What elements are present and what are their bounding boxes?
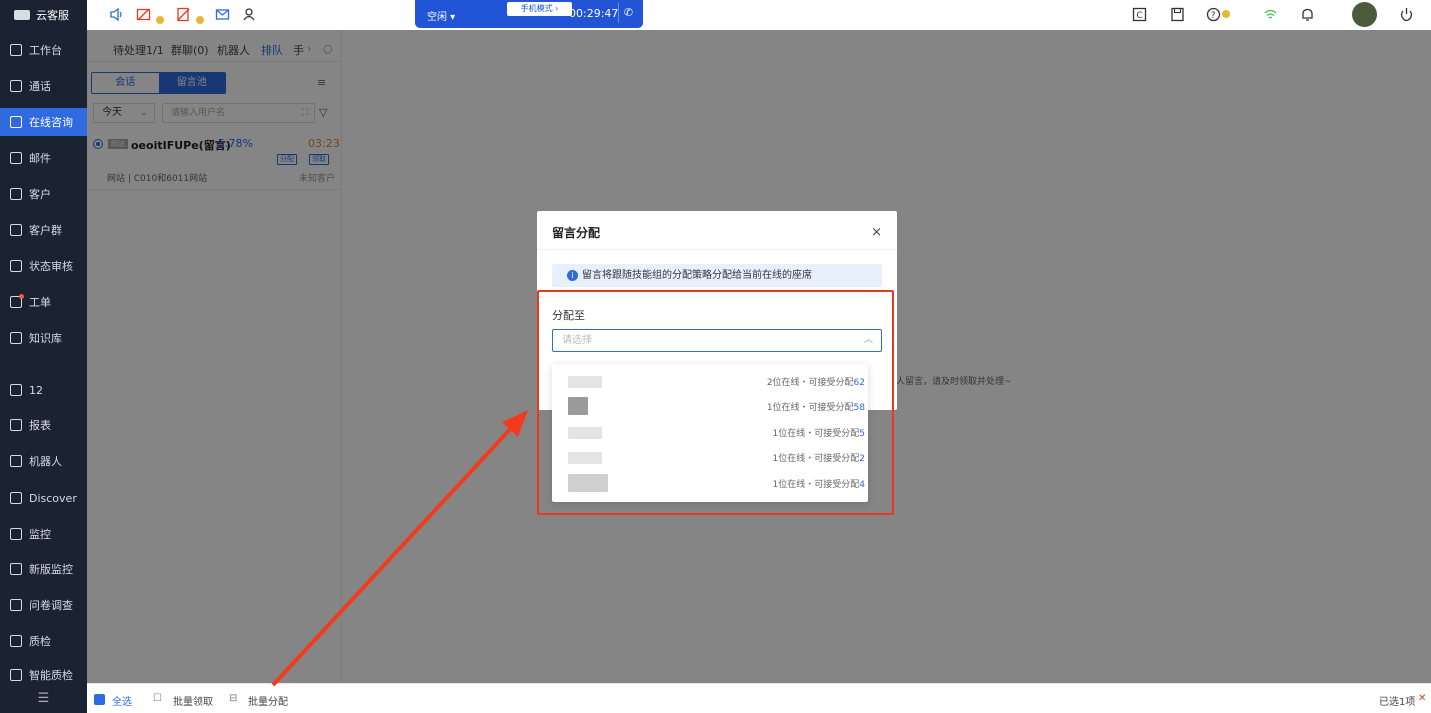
bottom-action-bar: 全选 ☐ 批量领取 ⊟ 批量分配 已选1项 ✕	[87, 683, 1431, 713]
mail-icon	[10, 152, 22, 164]
sidebar-item-reports[interactable]: 报表	[0, 411, 87, 439]
wifi-icon	[1264, 9, 1277, 19]
select-all-checkbox[interactable]	[94, 694, 105, 705]
coin-icon	[156, 16, 164, 24]
mail-icon[interactable]	[215, 7, 230, 22]
svg-text:C: C	[1137, 11, 1143, 21]
sidebar-item-quality[interactable]: 质检	[0, 627, 87, 655]
survey-icon	[10, 599, 22, 611]
sidebar-item-monitor[interactable]: 监控	[0, 520, 87, 548]
agent-status-dropdown[interactable]: 空闲 ▾	[427, 8, 455, 23]
robot-icon	[10, 455, 22, 467]
bar-chart-icon	[10, 419, 22, 431]
clear-selection-icon[interactable]: ✕	[1418, 693, 1426, 704]
sidebar-item-tickets[interactable]: 工单	[0, 288, 87, 316]
coin-icon	[196, 16, 204, 24]
assign-icon: ⊟	[229, 693, 238, 704]
monitor-icon	[10, 44, 22, 56]
user-status-icon[interactable]	[242, 7, 257, 22]
sidebar-item-new-monitor[interactable]: 新版监控	[0, 555, 87, 583]
close-icon[interactable]: ×	[871, 225, 882, 240]
sidebar-item-robot[interactable]: 机器人	[0, 447, 87, 475]
info-icon: i	[567, 270, 578, 281]
batch-claim-button[interactable]: 批量领取	[173, 693, 213, 708]
bell-icon[interactable]	[1300, 7, 1315, 22]
book-icon	[10, 332, 22, 344]
phone-mode-button[interactable]: 手机模式 ›	[507, 2, 572, 16]
sidebar-item-customer-groups[interactable]: 客户群	[0, 216, 87, 244]
selected-count: 已选1项	[1379, 697, 1416, 708]
collapse-icon[interactable]: ☰	[0, 683, 87, 713]
brand: 云客服	[0, 0, 87, 30]
sidebar-item-survey[interactable]: 问卷调查	[0, 591, 87, 619]
sidebar-item-calls[interactable]: 通话	[0, 72, 87, 100]
app-title: 云客服	[36, 9, 69, 22]
speaker-icon[interactable]	[109, 7, 124, 22]
discover-icon	[10, 492, 22, 504]
avatar[interactable]	[1352, 2, 1377, 27]
info-alert: i 留言将跟随技能组的分配策略分配给当前在线的座席	[552, 264, 882, 287]
coin-icon	[1222, 10, 1230, 18]
modal-title: 留言分配	[552, 226, 601, 240]
sidebar-item-workbench[interactable]: 工作台	[0, 36, 87, 64]
sidebar-item-online-chat[interactable]: 在线咨询	[0, 108, 87, 136]
select-all-label[interactable]: 全选	[112, 693, 132, 708]
monitor-chart-icon	[10, 528, 22, 540]
smart-shield-icon	[10, 669, 22, 681]
claim-icon: ☐	[153, 693, 162, 704]
call-control-bar: 空闲 ▾ 手机模式 › 00:29:47 ✆	[415, 0, 643, 28]
shield-icon	[10, 635, 22, 647]
save-icon[interactable]	[1170, 7, 1185, 22]
phone-icon[interactable]: ✆	[618, 3, 638, 23]
highlight-box	[537, 290, 894, 515]
cube-icon	[10, 384, 22, 396]
ticket-icon	[10, 294, 24, 308]
user-check-icon	[10, 260, 22, 272]
blocked-message-icon[interactable]	[136, 7, 151, 22]
logo-icon	[14, 10, 30, 20]
screen-icon	[10, 563, 22, 575]
help-icon[interactable]: ?	[1206, 7, 1221, 22]
sidebar-item-customers[interactable]: 客户	[0, 180, 87, 208]
sidebar-item-status-review[interactable]: 状态审核	[0, 252, 87, 280]
blocked-phone-icon[interactable]	[176, 7, 191, 22]
power-icon[interactable]	[1399, 7, 1414, 22]
sidebar: 云客服 工作台 通话 在线咨询 邮件 客户 客户群 状态审核 工单 知识库 12…	[0, 0, 87, 713]
info-text: 留言将跟随技能组的分配策略分配给当前在线的座席	[582, 270, 812, 281]
c-badge-icon[interactable]: C	[1132, 7, 1147, 22]
sidebar-item-email[interactable]: 邮件	[0, 144, 87, 172]
user-icon	[10, 188, 22, 200]
sidebar-item-knowledge-base[interactable]: 知识库	[0, 324, 87, 352]
call-timer: 00:29:47	[569, 7, 619, 20]
divider	[537, 249, 897, 250]
chat-icon	[10, 116, 22, 128]
batch-assign-button[interactable]: 批量分配	[248, 693, 288, 708]
topbar: C ?	[87, 0, 1431, 30]
users-icon	[10, 224, 22, 236]
sidebar-item-discover[interactable]: Discover	[0, 484, 87, 512]
sidebar-item-12[interactable]: 12	[0, 376, 87, 404]
phone-icon	[10, 80, 22, 92]
svg-text:?: ?	[1211, 11, 1216, 21]
notification-dot	[19, 294, 24, 299]
